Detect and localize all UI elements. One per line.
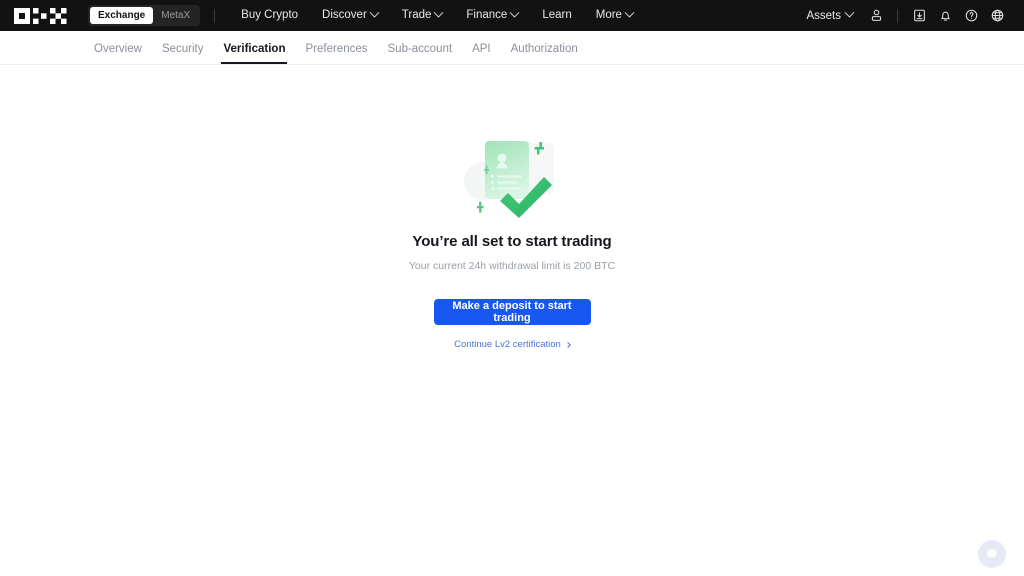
tab-preferences[interactable]: Preferences	[295, 43, 377, 64]
user-icon[interactable]	[863, 3, 889, 29]
nav-finance-label: Finance	[466, 9, 508, 21]
bell-icon[interactable]	[932, 3, 958, 29]
tab-overview[interactable]: Overview	[86, 43, 152, 64]
globe-icon[interactable]	[984, 3, 1010, 29]
nav-learn-label: Learn	[542, 9, 572, 21]
help-circle-icon[interactable]	[958, 3, 984, 29]
nav-buy-crypto-label: Buy Crypto	[241, 9, 299, 21]
nav-learn[interactable]: Learn	[530, 0, 583, 31]
primary-nav-list: Buy Crypto Discover Trade Finance Learn …	[229, 0, 645, 31]
id-card-verified-illustration	[452, 123, 572, 223]
nav-more[interactable]: More	[584, 0, 645, 31]
nav-buy-crypto[interactable]: Buy Crypto	[229, 0, 310, 31]
tab-api[interactable]: API	[462, 43, 501, 64]
product-switcher[interactable]: Exchange MetaX	[88, 5, 201, 26]
switch-exchange[interactable]: Exchange	[90, 7, 154, 24]
assets-menu[interactable]: Assets	[796, 7, 863, 22]
tab-authorization[interactable]: Authorization	[501, 43, 588, 64]
switch-metax[interactable]: MetaX	[153, 7, 198, 24]
topbar-right-actions: Assets	[796, 3, 1010, 29]
nav-trade[interactable]: Trade	[390, 0, 455, 31]
chevron-down-icon	[369, 7, 380, 18]
chevron-down-icon	[844, 7, 855, 18]
chevron-right-icon	[564, 341, 571, 348]
tab-security[interactable]: Security	[152, 43, 214, 64]
verification-complete-panel: You’re all set to start trading Your cur…	[0, 123, 1024, 350]
nav-discover[interactable]: Discover	[310, 0, 390, 31]
topbar-divider-2	[897, 8, 898, 23]
chevron-down-icon	[624, 7, 635, 18]
assets-label: Assets	[806, 9, 841, 22]
continue-lv2-certification-link[interactable]: Continue Lv2 certification	[454, 339, 571, 350]
nav-trade-label: Trade	[401, 9, 432, 21]
support-chat-bubble[interactable]	[978, 540, 1006, 568]
topbar-divider	[214, 8, 216, 23]
chevron-down-icon	[433, 7, 444, 18]
page-title: You’re all set to start trading	[412, 233, 612, 250]
account-settings-tabs: Overview Security Verification Preferenc…	[0, 31, 1024, 65]
continue-lv2-label: Continue Lv2 certification	[454, 339, 561, 350]
chevron-down-icon	[509, 7, 520, 18]
make-deposit-button[interactable]: Make a deposit to start trading	[433, 299, 591, 325]
nav-more-label: More	[595, 9, 622, 21]
download-box-icon[interactable]	[906, 3, 932, 29]
tab-sub-account[interactable]: Sub-account	[378, 43, 463, 64]
tab-verification[interactable]: Verification	[213, 43, 295, 64]
main-content-area: You’re all set to start trading Your cur…	[0, 65, 1024, 576]
nav-finance[interactable]: Finance	[454, 0, 530, 31]
nav-discover-label: Discover	[322, 9, 367, 21]
okx-logo[interactable]	[14, 7, 70, 24]
top-navigation-bar: Exchange MetaX Buy Crypto Discover Trade…	[0, 0, 1024, 31]
withdrawal-limit-text: Your current 24h withdrawal limit is 200…	[408, 260, 616, 272]
